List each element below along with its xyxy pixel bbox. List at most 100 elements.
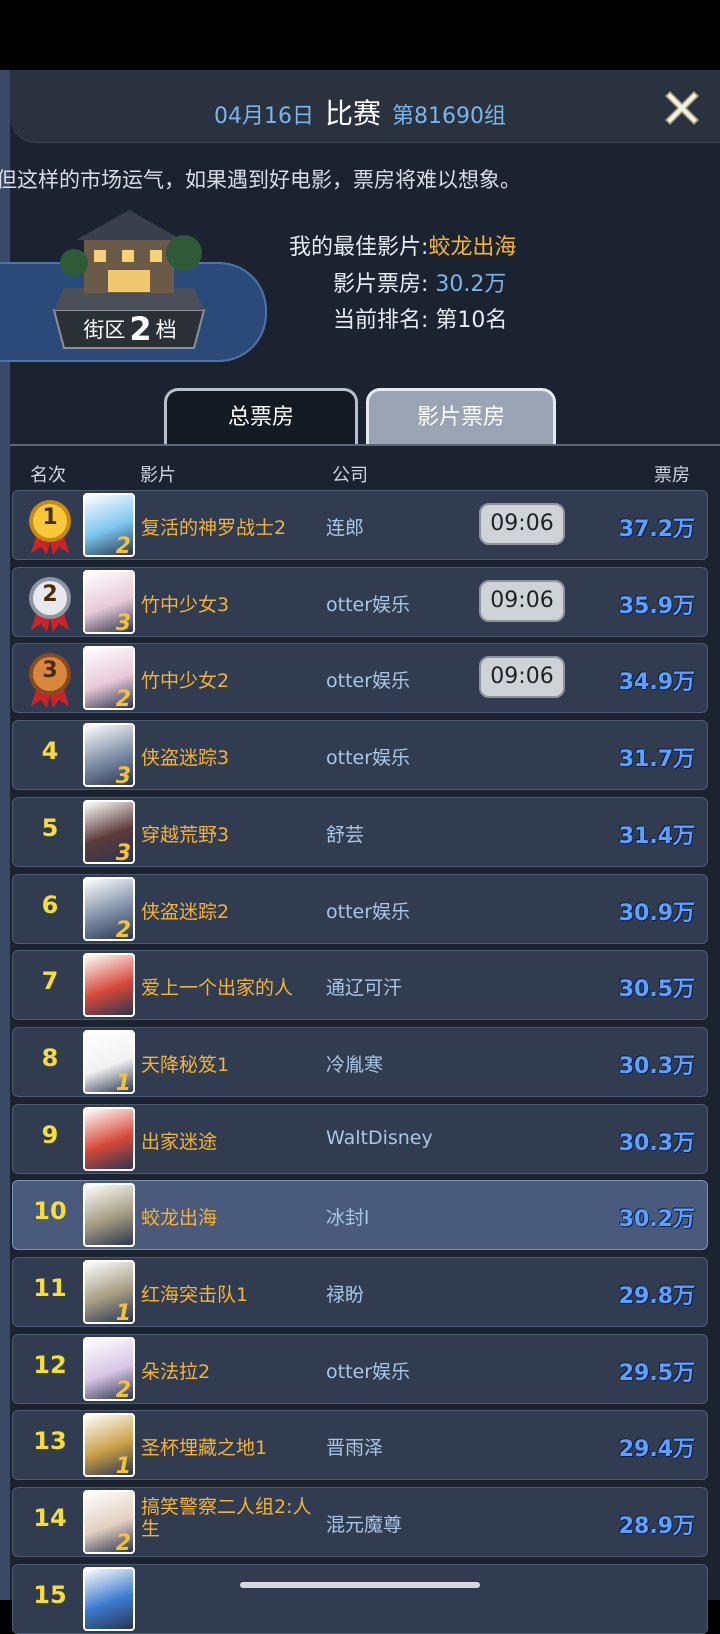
col-box-header: 票房	[654, 465, 690, 486]
film-poster-icon[interactable]	[83, 953, 135, 1018]
rank-number: 6	[41, 890, 59, 919]
box-office-value: 34.9万	[618, 670, 695, 696]
rank-number: 9	[41, 1120, 59, 1149]
film-title: 朵法拉2	[141, 1360, 211, 1383]
box-office-value: 35.9万	[618, 593, 695, 619]
film-title: 搞笑警察二人组2:人生	[141, 1496, 312, 1541]
film-poster-icon[interactable]: 1	[83, 1260, 135, 1324]
rank-number: 13	[33, 1427, 67, 1456]
table-row[interactable]: 7 爱上一个出家的人 通辽可汗 30.5万	[12, 950, 708, 1021]
film-level: 1	[115, 1454, 131, 1478]
match-group: 第81690组	[392, 104, 506, 129]
film-poster-icon[interactable]: 1	[83, 1029, 135, 1094]
gold-medal-icon: 1	[25, 497, 75, 557]
bronze-medal-icon: 3	[25, 650, 75, 710]
film-poster-icon[interactable]: 2	[83, 876, 135, 941]
release-time-button[interactable]: 09:06	[479, 579, 565, 622]
table-row[interactable]: 2 3 竹中少女3 otter娱乐 09:06 35.9万	[12, 566, 708, 637]
release-time-button[interactable]: 09:06	[479, 503, 565, 545]
film-poster-icon[interactable]: 3	[83, 723, 135, 788]
film-level: 2	[115, 534, 131, 557]
table-row[interactable]: 5 3 穿越荒野3 舒芸 31.4万	[12, 796, 708, 867]
box-office-value: 31.7万	[618, 747, 695, 773]
film-title: 红海突击队1	[141, 1284, 249, 1306]
rank-number: 10	[33, 1197, 67, 1226]
table-row[interactable]: 3 2 竹中少女2 otter娱乐 09:06 34.9万	[12, 643, 708, 714]
tip-text: 但这样的市场运气，如果遇到好电影，票房将难以想象。	[0, 168, 521, 192]
rank-label: 当前排名:	[333, 308, 429, 333]
rank-line: 当前排名: 第10名	[333, 302, 507, 334]
film-title: 复活的神罗战士2	[141, 517, 287, 539]
match-label: 比赛	[324, 97, 381, 130]
table-row[interactable]: 14 2 搞笑警察二人组2:人生 混元魔尊 28.9万	[12, 1487, 708, 1558]
match-date: 04月16日	[213, 104, 314, 129]
film-poster-icon[interactable]: 2	[83, 1336, 135, 1401]
tabs-divider	[10, 444, 720, 446]
silver-medal-icon: 2	[25, 574, 75, 634]
film-poster-icon[interactable]: 2	[83, 1490, 135, 1555]
best-film-label: 我的最佳影片:	[289, 235, 429, 260]
box-office-value: 29.8万	[618, 1284, 695, 1309]
box-office-label: 影片票房:	[333, 272, 429, 297]
box-office-value: 30.5万	[618, 977, 695, 1003]
film-level: 1	[115, 1070, 131, 1094]
film-poster-icon[interactable]: 2	[83, 493, 135, 557]
film-poster-icon[interactable]: 3	[83, 799, 135, 864]
film-title: 天降秘笈1	[141, 1053, 230, 1076]
home-indicator[interactable]	[240, 1582, 480, 1588]
film-poster-icon[interactable]: 2	[83, 646, 135, 711]
table-row[interactable]: 11 1 红海突击队1 禄盼 29.8万	[12, 1257, 708, 1327]
film-poster-icon[interactable]	[83, 1106, 135, 1171]
company-name: otter娱乐	[326, 900, 411, 923]
rank-number: 8	[41, 1043, 59, 1072]
film-title: 侠盗迷踪3	[141, 747, 230, 770]
rank-number: 5	[41, 813, 59, 842]
film-title: 圣杯埋藏之地1	[141, 1437, 268, 1460]
film-title: 侠盗迷踪2	[141, 900, 230, 923]
company-name: otter娱乐	[326, 593, 411, 616]
film-level: 2	[115, 1377, 131, 1401]
film-level: 2	[115, 917, 131, 941]
company-name: 冰封l	[326, 1207, 370, 1230]
table-row[interactable]: 6 2 侠盗迷踪2 otter娱乐 30.9万	[12, 873, 708, 944]
company-name: 连郎	[326, 517, 365, 539]
rank-number: 15	[33, 1580, 67, 1609]
table-row[interactable]: 4 3 侠盗迷踪3 otter娱乐 31.7万	[12, 720, 708, 791]
table-row[interactable]: 15	[12, 1563, 708, 1634]
film-title: 竹中少女3	[141, 593, 230, 616]
film-poster-icon[interactable]: 1	[83, 1413, 135, 1478]
table-row[interactable]: 9 出家迷途 WaltDisney 30.3万	[12, 1103, 708, 1174]
medal-rank-number: 1	[42, 505, 58, 530]
company-name: 冷胤寒	[326, 1053, 384, 1076]
company-name: otter娱乐	[326, 747, 411, 770]
film-level: 1	[115, 1301, 131, 1324]
medal-rank-number: 3	[42, 658, 58, 684]
film-poster-icon[interactable]	[83, 1566, 135, 1631]
rank-number: 11	[33, 1274, 67, 1302]
close-icon	[664, 90, 700, 126]
table-row[interactable]: 1 2 复活的神罗战士2 连郎 09:06 37.2万	[12, 490, 708, 560]
release-time-button[interactable]: 09:06	[479, 656, 565, 699]
table-row[interactable]: 12 2 朵法拉2 otter娱乐 29.5万	[12, 1333, 708, 1404]
table-row[interactable]: 13 1 圣杯埋藏之地1 晋雨泽 29.4万	[12, 1410, 708, 1481]
company-name: 混元魔尊	[326, 1514, 403, 1537]
box-office-value: 30.2万	[435, 272, 507, 297]
col-rank-header: 名次	[30, 465, 66, 486]
box-office-value: 30.3万	[618, 1130, 695, 1156]
table-row[interactable]: 8 1 天降秘笈1 冷胤寒 30.3万	[12, 1026, 708, 1097]
company-name: WaltDisney	[326, 1126, 433, 1149]
col-company-header: 公司	[332, 465, 368, 486]
film-poster-icon[interactable]: 3	[83, 569, 135, 634]
close-button[interactable]	[660, 86, 704, 130]
tab-total-box-office[interactable]: 总票房	[164, 388, 358, 445]
table-row[interactable]: 10 蛟龙出海 冰封l 30.2万	[12, 1180, 708, 1251]
rank-number: 7	[41, 967, 59, 996]
tab-film-box-office[interactable]: 影片票房	[366, 388, 556, 445]
box-office-value: 30.2万	[618, 1207, 695, 1233]
film-poster-icon[interactable]	[83, 1183, 135, 1248]
district-suffix: 档	[155, 318, 177, 342]
film-level: 3	[115, 764, 131, 788]
film-level: 3	[115, 840, 131, 864]
film-level: 2	[115, 687, 131, 711]
film-title: 穿越荒野3	[141, 823, 230, 846]
